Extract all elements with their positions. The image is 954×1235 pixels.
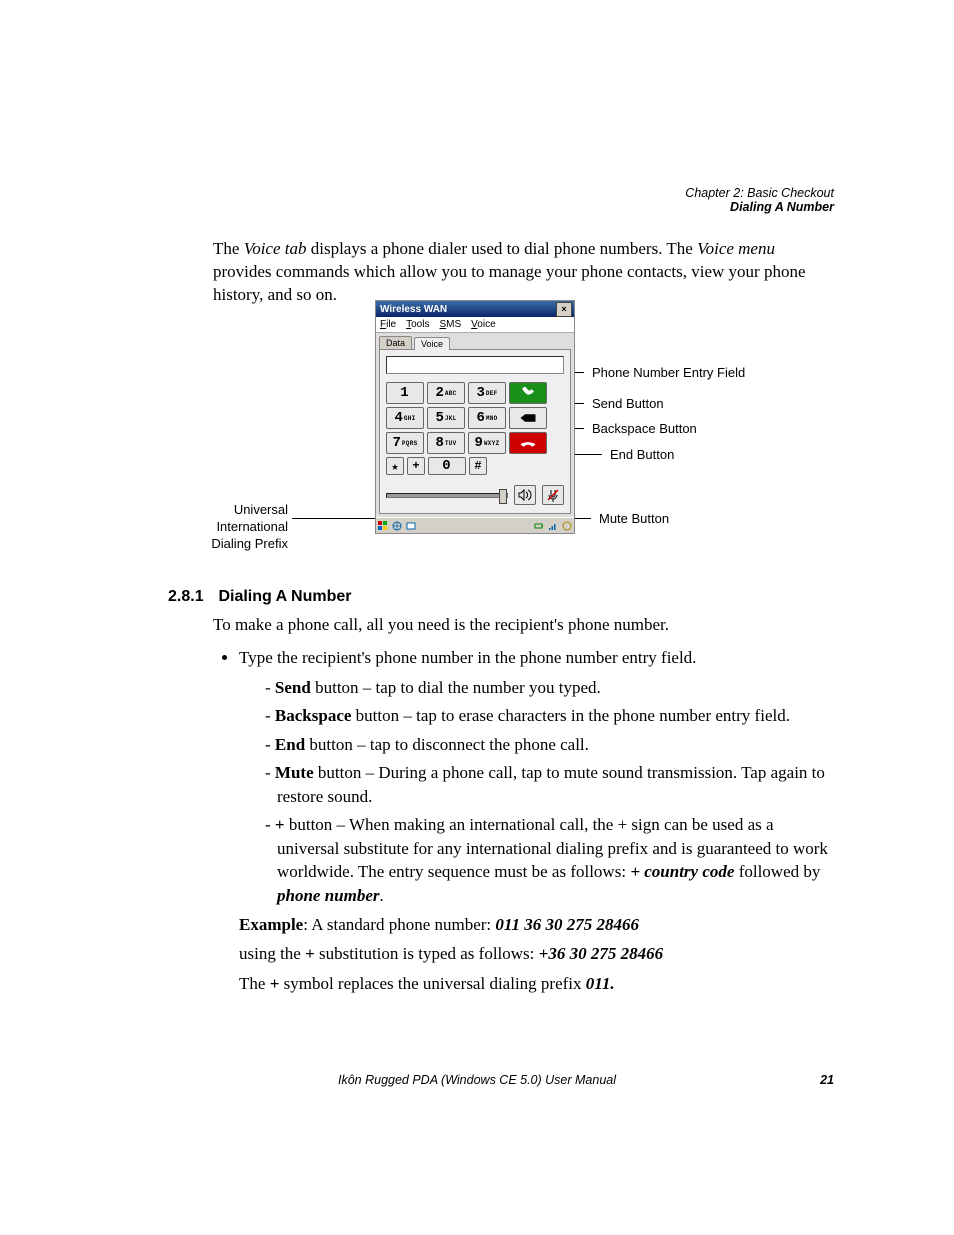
key-6[interactable]: 6MNO xyxy=(468,407,506,429)
sub-end: End button – tap to disconnect the phone… xyxy=(265,733,833,756)
volume-slider[interactable] xyxy=(386,493,508,498)
menu-tools[interactable]: Tools xyxy=(406,319,429,330)
sub-plus: + button – When making an international … xyxy=(265,813,833,907)
callout-prefix: Universal International Dialing Prefix xyxy=(198,502,288,553)
menu-voice[interactable]: Voice xyxy=(471,319,495,330)
menu-file[interactable]: File xyxy=(380,319,396,330)
key-7[interactable]: 7PQRS xyxy=(386,432,424,454)
section-number: 2.8.1 xyxy=(168,588,214,606)
section-body: To make a phone call, all you need is th… xyxy=(213,613,833,999)
end-button[interactable] xyxy=(509,432,547,454)
hangup-icon xyxy=(519,437,537,449)
sub-mute: Mute button – During a phone call, tap t… xyxy=(265,761,833,808)
globe-icon[interactable] xyxy=(392,521,402,531)
task-icon[interactable] xyxy=(406,521,416,531)
slider-thumb[interactable] xyxy=(499,489,507,504)
mute-button[interactable] xyxy=(542,485,564,505)
tab-data[interactable]: Data xyxy=(379,336,412,349)
menubar: File Tools SMS Voice xyxy=(376,317,574,333)
bullet-list: Type the recipient's phone number in the… xyxy=(213,646,833,995)
keypad: 1 2ABC 3DEF 4GHI 5JKL 6MNO 7PQRS 8TUV 9W… xyxy=(386,382,564,454)
send-button[interactable] xyxy=(509,382,547,404)
header-section: Dialing A Number xyxy=(685,200,834,214)
intro-paragraph: The Voice tab displays a phone dialer us… xyxy=(213,238,831,307)
key-3[interactable]: 3DEF xyxy=(468,382,506,404)
signal-icon xyxy=(548,521,558,531)
example-3: The + symbol replaces the universal dial… xyxy=(239,972,833,995)
section-lead: To make a phone call, all you need is th… xyxy=(213,613,833,636)
speaker-icon xyxy=(518,489,532,501)
page-footer: Ikôn Rugged PDA (Windows CE 5.0) User Ma… xyxy=(0,1073,954,1087)
key-5[interactable]: 5JKL xyxy=(427,407,465,429)
titlebar: Wireless WAN × xyxy=(376,301,574,317)
phone-icon xyxy=(519,387,537,399)
tabs: Data Voice xyxy=(376,333,574,349)
key-1[interactable]: 1 xyxy=(386,382,424,404)
key-9[interactable]: 9WXYZ xyxy=(468,432,506,454)
volume-row xyxy=(386,485,564,505)
key-star[interactable]: ★ xyxy=(386,457,404,475)
sub-list: Send button – tap to dial the number you… xyxy=(239,676,833,907)
taskbar xyxy=(376,517,574,533)
bullet-1: Type the recipient's phone number in the… xyxy=(239,646,833,995)
battery-icon xyxy=(534,521,544,531)
menu-sms[interactable]: SMS xyxy=(439,319,461,330)
key-4[interactable]: 4GHI xyxy=(386,407,424,429)
key-plus[interactable]: + xyxy=(407,457,425,475)
footer-manual: Ikôn Rugged PDA (Windows CE 5.0) User Ma… xyxy=(338,1073,616,1087)
tab-voice[interactable]: Voice xyxy=(414,337,450,350)
phone-number-input[interactable] xyxy=(386,356,564,374)
example-1: Example: A standard phone number: 011 36… xyxy=(239,913,833,936)
callout-send: Send Button xyxy=(592,396,664,411)
start-icon[interactable] xyxy=(378,521,388,531)
callout-end: End Button xyxy=(610,447,674,462)
figure-area: Universal International Dialing Prefix P… xyxy=(278,300,838,558)
app-window: Wireless WAN × File Tools SMS Voice Data… xyxy=(375,300,575,534)
footer-page-number: 21 xyxy=(820,1073,834,1087)
example-2: using the + substitution is typed as fol… xyxy=(239,942,833,965)
backspace-button[interactable] xyxy=(509,407,547,429)
clock-icon xyxy=(562,521,572,531)
sub-backspace: Backspace button – tap to erase characte… xyxy=(265,704,833,727)
mute-icon xyxy=(546,488,560,502)
speaker-button[interactable] xyxy=(514,485,536,505)
callout-entry: Phone Number Entry Field xyxy=(592,365,745,380)
sub-send: Send button – tap to dial the number you… xyxy=(265,676,833,699)
page-header: Chapter 2: Basic Checkout Dialing A Numb… xyxy=(685,186,834,214)
callout-backspace: Backspace Button xyxy=(592,421,697,436)
callout-mute: Mute Button xyxy=(599,511,669,526)
dialer-panel: 1 2ABC 3DEF 4GHI 5JKL 6MNO 7PQRS 8TUV 9W… xyxy=(379,349,571,514)
key-hash[interactable]: # xyxy=(469,457,487,475)
key-2[interactable]: 2ABC xyxy=(427,382,465,404)
window-title: Wireless WAN xyxy=(380,304,447,315)
section-title: Dialing A Number xyxy=(218,588,351,605)
header-chapter: Chapter 2: Basic Checkout xyxy=(685,186,834,200)
section-heading: 2.8.1 Dialing A Number xyxy=(168,588,352,606)
keypad-bottom-row: ★ + 0 # xyxy=(386,457,564,475)
close-button[interactable]: × xyxy=(556,302,572,317)
key-0[interactable]: 0 xyxy=(428,457,466,475)
backspace-icon xyxy=(519,412,537,424)
key-8[interactable]: 8TUV xyxy=(427,432,465,454)
